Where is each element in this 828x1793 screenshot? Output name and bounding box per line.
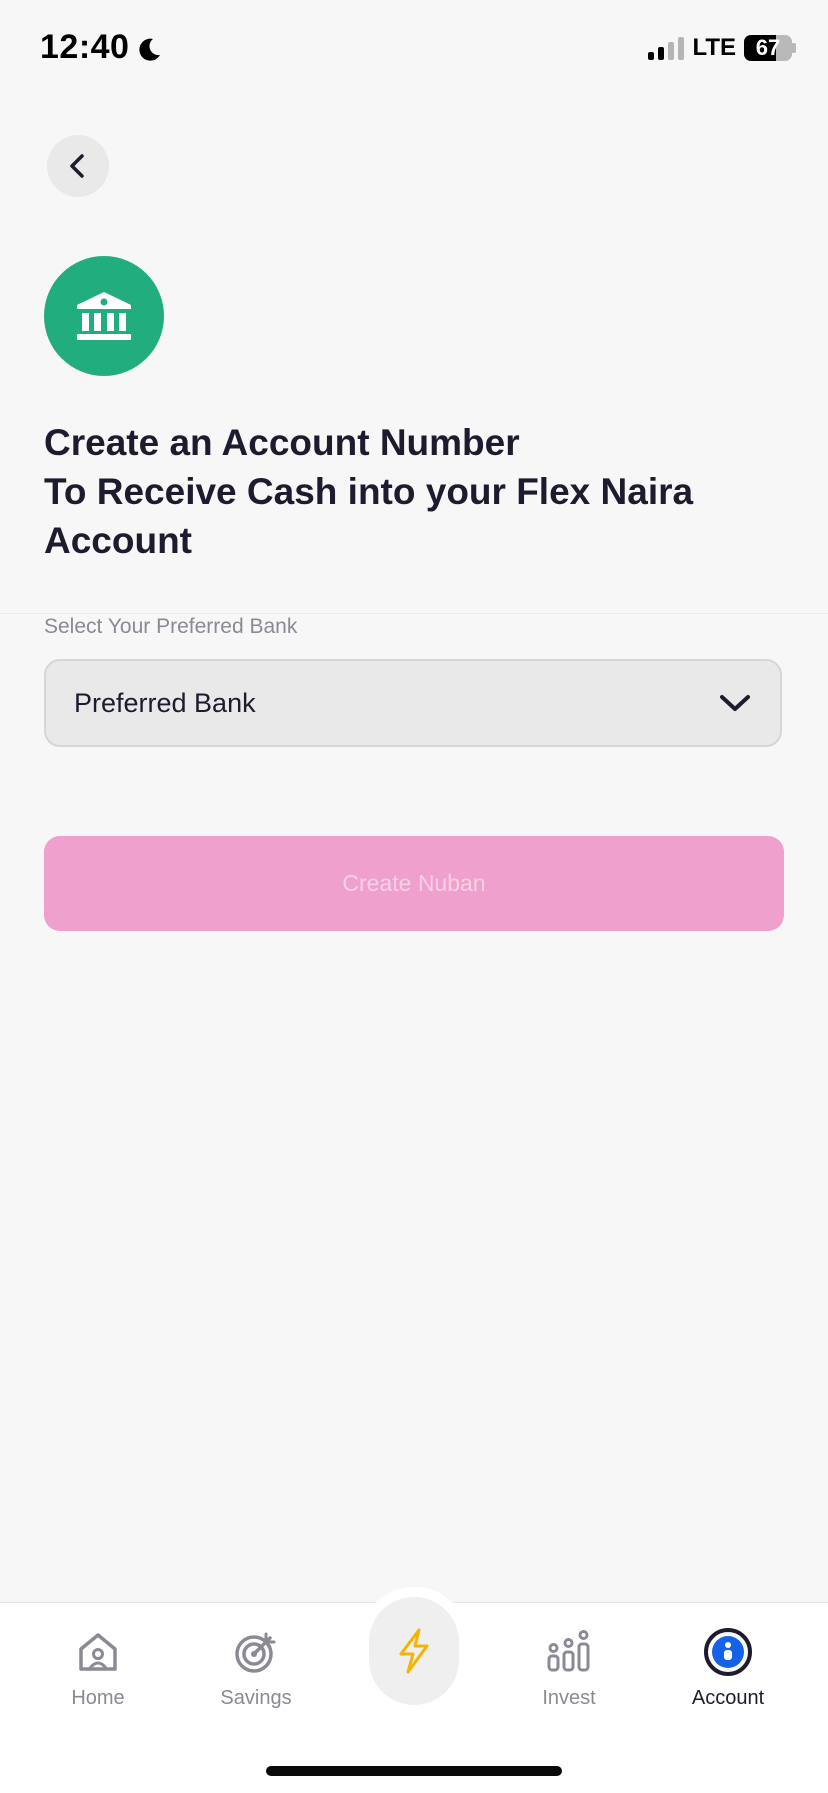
chevron-down-icon (720, 695, 750, 711)
page-title: Create an Account Number To Receive Cash… (44, 422, 694, 561)
cellular-signal-icon (648, 36, 685, 60)
tab-invest-label: Invest (542, 1687, 596, 1709)
tab-savings-label: Savings (220, 1687, 292, 1709)
preferred-bank-select[interactable]: Preferred Bank (44, 659, 782, 747)
back-button[interactable] (47, 135, 109, 197)
network-type: LTE (692, 34, 736, 61)
status-bar: 12:40 LTE 67 (0, 0, 828, 100)
create-nuban-button[interactable]: Create Nuban (44, 836, 784, 931)
battery-icon: 67 (744, 35, 792, 61)
account-icon (703, 1627, 753, 1677)
chevron-left-icon (70, 154, 84, 178)
bottom-tab-bar: Home Savings Invest Account (0, 1587, 828, 1793)
lightning-icon (399, 1628, 429, 1674)
tab-savings[interactable]: Savings (196, 1627, 316, 1710)
time-text: 12:40 (40, 28, 130, 66)
preferred-bank-value: Preferred Bank (74, 687, 256, 718)
status-time: 12:40 (40, 28, 163, 67)
divider (0, 613, 828, 614)
bank-field-label: Select Your Preferred Bank (44, 615, 298, 638)
tab-home-label: Home (71, 1687, 125, 1709)
status-indicators: LTE 67 (648, 34, 796, 62)
tab-home[interactable]: Home (38, 1627, 158, 1710)
tab-invest[interactable]: Invest (509, 1627, 629, 1710)
bank-badge (44, 256, 164, 376)
target-icon (231, 1627, 281, 1677)
battery-level: 67 (755, 35, 781, 60)
moon-icon (135, 34, 163, 62)
tab-account[interactable]: Account (668, 1627, 788, 1710)
bank-building-icon (77, 292, 131, 340)
quick-action-button[interactable] (369, 1597, 459, 1705)
home-indicator (266, 1766, 562, 1776)
tab-account-label: Account (691, 1687, 765, 1709)
home-icon (73, 1627, 123, 1677)
invest-icon (544, 1627, 594, 1677)
